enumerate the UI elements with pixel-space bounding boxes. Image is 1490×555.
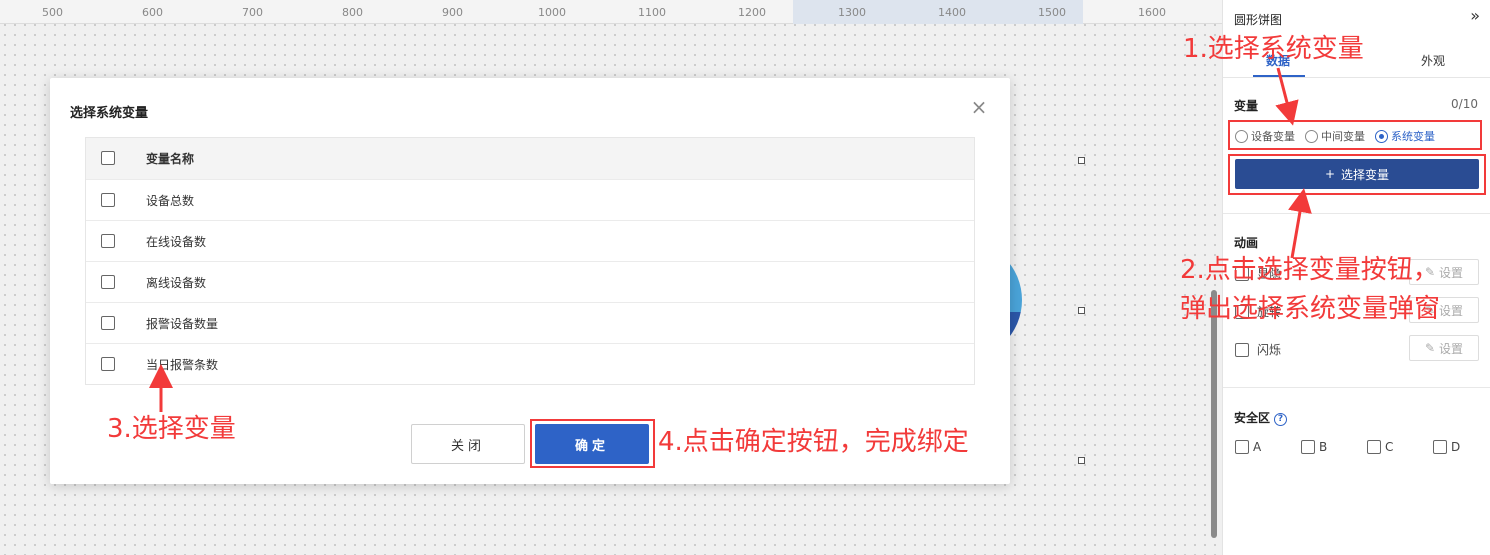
- safe-zone-a[interactable]: A: [1235, 440, 1285, 454]
- ruler-tick: 1600: [1138, 6, 1166, 19]
- collapse-icon[interactable]: »: [1470, 6, 1480, 25]
- variable-name: 离线设备数: [146, 275, 207, 290]
- zone-checkbox[interactable]: [1235, 440, 1249, 454]
- ruler-tick: 1200: [738, 6, 766, 19]
- variable-section-label: 变量: [1234, 99, 1259, 113]
- ruler-tick: 1000: [538, 6, 566, 19]
- animation-item-blink[interactable]: 闪烁: [1235, 341, 1281, 358]
- row-checkbox[interactable]: [101, 357, 115, 371]
- table-row[interactable]: 设备总数: [86, 179, 974, 220]
- safe-zone-d[interactable]: D: [1433, 440, 1483, 454]
- horizontal-ruler: 500 600 700 800 900 1000 1100 1200 1300 …: [0, 0, 1222, 24]
- column-header-variable-name: 变量名称: [146, 152, 195, 166]
- zone-label: B: [1319, 440, 1328, 454]
- resize-handle[interactable]: [1078, 307, 1085, 314]
- resize-handle[interactable]: [1078, 157, 1085, 164]
- animation-checkbox[interactable]: [1235, 342, 1249, 357]
- blink-settings-button[interactable]: ✎ 设置: [1409, 335, 1479, 361]
- variable-name: 当日报警条数: [146, 357, 219, 372]
- animation-section-label: 动画: [1234, 236, 1259, 250]
- safe-zone-options: A B C D: [1235, 440, 1483, 454]
- zone-label: D: [1451, 440, 1461, 454]
- active-tab-indicator: [1253, 75, 1305, 77]
- annotation-box-select-button: [1228, 154, 1486, 195]
- close-button[interactable]: 关闭: [411, 424, 525, 464]
- zone-label: C: [1385, 440, 1394, 454]
- settings-label: 设置: [1439, 341, 1464, 356]
- tab-appearance[interactable]: 外观: [1421, 52, 1445, 69]
- ruler-tick: 600: [142, 6, 163, 19]
- row-checkbox[interactable]: [101, 234, 115, 248]
- annotation-step4: 4.点击确定按钮，完成绑定: [658, 427, 969, 457]
- zone-label: A: [1253, 440, 1262, 454]
- zone-checkbox[interactable]: [1367, 440, 1381, 454]
- table-row[interactable]: 当日报警条数: [86, 343, 974, 384]
- annotation-step1: 1.选择系统变量: [1183, 34, 1364, 64]
- variable-name: 报警设备数量: [146, 316, 219, 331]
- annotation-step3: 3.选择变量: [107, 414, 236, 444]
- annotation-step2-line1: 2.点击选择变量按钮，: [1180, 255, 1439, 285]
- settings-label: 设置: [1439, 265, 1464, 280]
- canvas-scrollbar[interactable]: [1211, 290, 1217, 538]
- ruler-tick: 1400: [938, 6, 966, 19]
- safe-zone-c[interactable]: C: [1367, 440, 1417, 454]
- annotation-box-radio: [1228, 120, 1482, 150]
- resize-handle[interactable]: [1078, 457, 1085, 464]
- divider: [1223, 387, 1490, 388]
- settings-label: 设置: [1439, 303, 1464, 318]
- zone-checkbox[interactable]: [1433, 440, 1447, 454]
- variable-name: 设备总数: [146, 193, 195, 208]
- annotation-box-confirm: [530, 419, 655, 468]
- table-row[interactable]: 离线设备数: [86, 261, 974, 302]
- table-row[interactable]: 报警设备数量: [86, 302, 974, 343]
- panel-title: 圆形饼图: [1234, 13, 1283, 27]
- ruler-tick: 800: [342, 6, 363, 19]
- divider: [1223, 213, 1490, 214]
- table-row[interactable]: 在线设备数: [86, 220, 974, 261]
- variable-name: 在线设备数: [146, 234, 207, 249]
- ruler-tick: 1300: [838, 6, 866, 19]
- help-icon[interactable]: ?: [1274, 413, 1288, 426]
- close-icon[interactable]: ×: [968, 96, 990, 118]
- edit-icon: ✎: [1424, 341, 1436, 355]
- safe-zone-section-label: 安全区?: [1234, 409, 1288, 426]
- safe-zone-b[interactable]: B: [1301, 440, 1351, 454]
- row-checkbox[interactable]: [101, 275, 115, 289]
- annotation-step2-line2: 弹出选择系统变量弹窗: [1180, 294, 1441, 324]
- animation-label: 闪烁: [1257, 343, 1282, 357]
- ruler-tick: 500: [42, 6, 63, 19]
- ruler-tick: 900: [442, 6, 463, 19]
- ruler-tick: 700: [242, 6, 263, 19]
- variable-count: 0/10: [1451, 97, 1478, 111]
- zone-checkbox[interactable]: [1301, 440, 1315, 454]
- row-checkbox[interactable]: [101, 193, 115, 207]
- row-checkbox[interactable]: [101, 316, 115, 330]
- table-header-row: 变量名称: [86, 138, 974, 179]
- safe-zone-label: 安全区: [1234, 411, 1271, 425]
- dialog-title: 选择系统变量: [70, 106, 149, 121]
- ruler-tick: 1500: [1038, 6, 1066, 19]
- ruler-tick: 1100: [638, 6, 666, 19]
- variable-table: 变量名称 设备总数 在线设备数 离线设备数 报警设备数量 当日报警条数: [85, 137, 975, 385]
- select-all-checkbox[interactable]: [101, 151, 115, 165]
